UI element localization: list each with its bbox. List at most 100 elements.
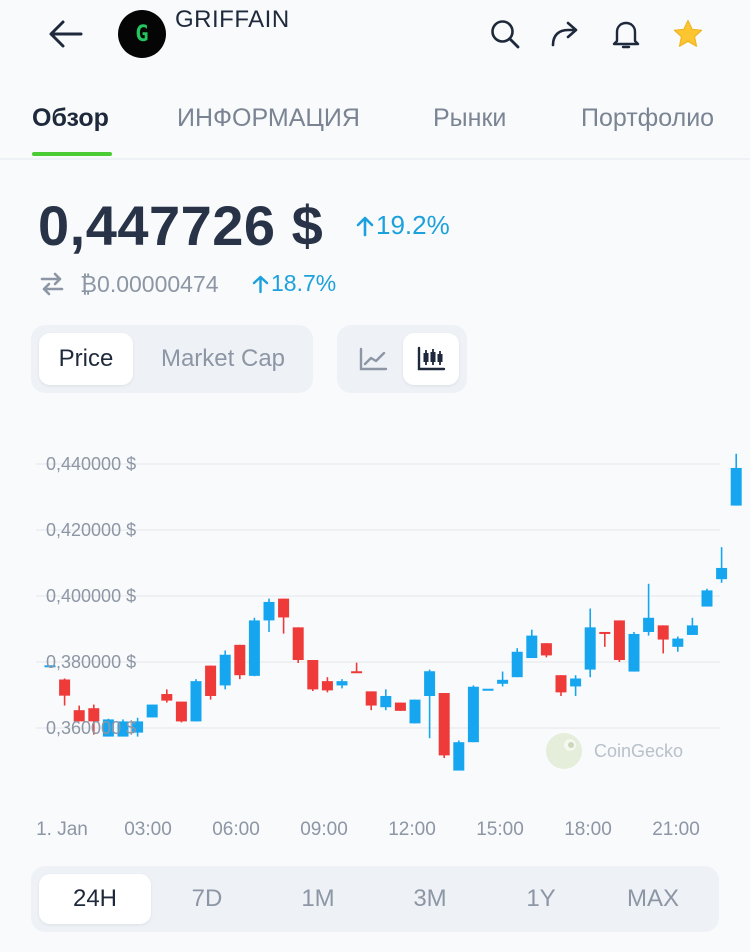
swap-icon — [40, 272, 64, 296]
candle-down — [394, 702, 406, 711]
range-24h[interactable]: 24H — [39, 874, 151, 924]
candle-body — [234, 644, 246, 676]
candle-body — [657, 625, 669, 640]
candle-body — [146, 704, 158, 718]
btc-price-change: 18.7% — [252, 270, 336, 297]
x-axis-tick-label: 15:00 — [476, 819, 524, 840]
candle-body — [672, 638, 684, 647]
candle-body — [584, 627, 596, 670]
candle-body — [628, 633, 640, 672]
candle-up — [701, 588, 713, 607]
range-1y[interactable]: 1Y — [485, 874, 597, 924]
candle-up — [336, 679, 348, 689]
arrow-up-icon — [252, 275, 269, 293]
candle-up — [628, 631, 640, 672]
favorite-button[interactable] — [668, 14, 708, 54]
candle-up — [248, 617, 260, 677]
y-axis-tick-label: 0,380000 $ — [46, 652, 136, 672]
btc-price: ₿0.00000474 — [80, 271, 219, 297]
x-axis-tick-label: 18:00 — [564, 819, 612, 840]
section-tabs: Обзор ИНФОРМАЦИЯ Рынки Портфолио — [0, 94, 750, 160]
candle-body — [540, 643, 552, 656]
candle-body — [365, 691, 377, 706]
candle-down — [438, 693, 450, 759]
bell-icon — [612, 21, 640, 49]
candle-body — [278, 598, 290, 618]
candle-down — [555, 675, 567, 696]
y-axis-tick-label: 0,420000 $ — [46, 520, 136, 540]
candle-body — [351, 671, 363, 674]
candle-up — [409, 699, 421, 724]
candle-up — [453, 740, 465, 771]
range-max[interactable]: MAX — [597, 874, 709, 924]
candle-down — [292, 627, 304, 663]
btc-price-change-value: 18.7% — [271, 270, 337, 296]
candle-body — [613, 620, 625, 661]
candle-up — [380, 689, 392, 711]
y-axis-tick-label: 0,440000 $ — [46, 454, 136, 474]
candle-body — [716, 567, 728, 580]
candle-up — [497, 671, 509, 687]
candle-body — [59, 679, 71, 696]
candle-up — [716, 547, 728, 583]
candle-up — [672, 636, 684, 652]
candle-up — [686, 617, 698, 635]
candle-down — [657, 625, 669, 654]
top-bar: G GRIFFAIN — [0, 0, 750, 80]
candle-down — [599, 631, 611, 647]
candle-down — [365, 691, 377, 711]
coin-logo: G — [118, 10, 166, 58]
share-button[interactable] — [546, 14, 586, 54]
back-arrow-icon — [49, 20, 83, 48]
candle-body — [570, 678, 582, 687]
candle-up — [190, 679, 202, 722]
candle-down — [59, 678, 71, 706]
line-chart-icon — [359, 347, 388, 371]
tab-markets[interactable]: Рынки — [433, 104, 506, 133]
candle-body — [190, 681, 202, 722]
candle-body — [248, 620, 260, 676]
candle-up — [511, 648, 523, 678]
candlestick-chart-icon — [417, 346, 446, 371]
notification-button[interactable] — [606, 14, 646, 54]
candle-up — [146, 704, 158, 718]
coin-name: GRIFFAIN — [175, 6, 290, 33]
time-range-selector: 24H 7D 1M 3M 1Y MAX — [31, 866, 719, 932]
tab-overview[interactable]: Обзор — [32, 104, 109, 133]
candle-up — [526, 629, 538, 659]
candle-down — [175, 701, 187, 723]
price-chart[interactable]: CoinGecko 0,440000 $ 0,420000 $ 0,400000 $… — [0, 420, 750, 850]
candle-down — [613, 620, 625, 662]
candle-up — [730, 453, 742, 506]
chart-type-toggle — [337, 325, 467, 393]
star-icon — [673, 19, 703, 47]
search-button[interactable] — [485, 14, 525, 54]
candle-body — [599, 631, 611, 634]
candle-body — [219, 654, 231, 686]
tab-portfolio[interactable]: Портфолио — [581, 104, 714, 133]
candle-down — [307, 660, 319, 692]
candle-body — [482, 688, 494, 691]
candle-body — [511, 651, 523, 678]
range-1m[interactable]: 1M — [262, 874, 374, 924]
price-change-value: 19.2% — [376, 210, 450, 240]
x-axis-tick-label: 09:00 — [300, 819, 348, 840]
candle-body — [686, 625, 698, 635]
line-chart-toggle[interactable] — [345, 333, 401, 385]
tab-info[interactable]: ИНФОРМАЦИЯ — [177, 104, 360, 133]
candle-body — [701, 590, 713, 607]
market-cap-toggle[interactable]: Market Cap — [139, 333, 307, 385]
candle-down — [205, 665, 217, 700]
range-3m[interactable]: 3M — [374, 874, 486, 924]
price-toggle[interactable]: Price — [39, 333, 133, 385]
candle-up — [570, 675, 582, 696]
range-7d[interactable]: 7D — [151, 874, 263, 924]
candle-body — [336, 681, 348, 686]
candle-body — [424, 671, 436, 696]
candlestick-chart-toggle[interactable] — [403, 333, 459, 385]
candle-body — [526, 635, 538, 659]
share-icon — [551, 21, 578, 47]
back-button[interactable] — [44, 14, 88, 54]
candle-up — [643, 583, 655, 636]
current-price: 0,447726 $ — [38, 194, 324, 257]
